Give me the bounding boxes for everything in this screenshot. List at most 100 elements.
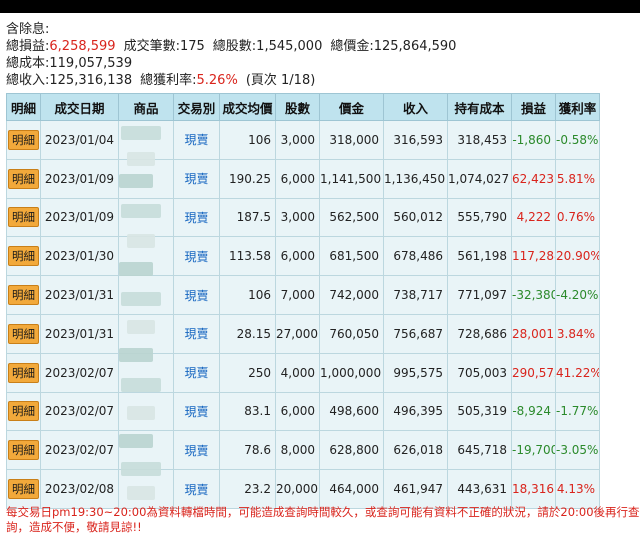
detail-button[interactable]: 明細 bbox=[8, 246, 39, 267]
holding-cost: 705,003 bbox=[447, 352, 512, 393]
profit-rate: 5.81% bbox=[555, 158, 600, 199]
trade-value: 1,000,000 bbox=[319, 352, 384, 393]
detail-cell: 明細 bbox=[6, 469, 41, 509]
detail-button[interactable]: 明細 bbox=[8, 168, 39, 189]
trade-date: 2023/02/07 bbox=[40, 430, 119, 471]
trade-type: 現賣 bbox=[173, 313, 220, 354]
header-income: 收入 bbox=[383, 93, 448, 121]
avg-price: 190.25 bbox=[219, 158, 276, 199]
trade-value: 498,600 bbox=[319, 391, 384, 432]
trade-type: 現賣 bbox=[173, 352, 220, 393]
table-row: 明細 2023/01/31 現賣 28.15 27,000 760,050 756,687 7… bbox=[6, 313, 600, 354]
detail-cell: 明細 bbox=[6, 275, 41, 315]
profit-rate: -1.77% bbox=[555, 391, 600, 432]
detail-button[interactable]: 明細 bbox=[8, 440, 39, 461]
trade-income: 496,395 bbox=[383, 391, 448, 432]
trade-date: 2023/01/30 bbox=[40, 236, 119, 277]
total-pnl-label: 總損益: bbox=[6, 39, 50, 54]
trade-date: 2023/02/07 bbox=[40, 391, 119, 432]
share-count: 20,000 bbox=[275, 469, 320, 509]
detail-button[interactable]: 明細 bbox=[8, 479, 39, 500]
profit-loss: -8,924 bbox=[511, 391, 556, 432]
profit-loss: 28,001 bbox=[511, 313, 556, 354]
profit-loss: 290,572 bbox=[511, 352, 556, 393]
trade-value: 628,800 bbox=[319, 430, 384, 471]
profit-rate: 4.13% bbox=[555, 469, 600, 509]
trade-income: 461,947 bbox=[383, 469, 448, 509]
trade-type: 現賣 bbox=[173, 469, 220, 509]
summary-line-2: 總成本:119,057,539 bbox=[6, 55, 456, 72]
summary-panel: 含除息: 總損益:6,258,599 成交筆數:175 總股數:1,545,000 總… bbox=[6, 21, 456, 89]
holding-cost: 771,097 bbox=[447, 275, 512, 315]
table-row: 明細 2023/02/07 現賣 78.6 8,000 628,800 626,018 645… bbox=[6, 430, 600, 471]
trade-type: 現賣 bbox=[173, 391, 220, 432]
trade-income: 738,717 bbox=[383, 275, 448, 315]
header-rate: 獲利率 bbox=[555, 93, 600, 121]
share-count: 27,000 bbox=[275, 313, 320, 354]
avg-price: 28.15 bbox=[219, 313, 276, 354]
trade-type: 現賣 bbox=[173, 430, 220, 471]
share-count: 6,000 bbox=[275, 158, 320, 199]
profit-loss: -19,700 bbox=[511, 430, 556, 471]
trade-type: 現賣 bbox=[173, 197, 220, 238]
detail-cell: 明細 bbox=[6, 120, 41, 160]
share-count: 6,000 bbox=[275, 391, 320, 432]
total-shares-value: 1,545,000 bbox=[256, 39, 323, 54]
summary-title: 含除息: bbox=[6, 22, 50, 37]
trade-value: 742,000 bbox=[319, 275, 384, 315]
detail-cell: 明細 bbox=[6, 158, 41, 199]
avg-price: 106 bbox=[219, 120, 276, 160]
holding-cost: 505,319 bbox=[447, 391, 512, 432]
page-info: (頁次 1/18) bbox=[245, 73, 316, 88]
share-count: 8,000 bbox=[275, 430, 320, 471]
detail-cell: 明細 bbox=[6, 352, 41, 393]
profit-rate: 3.84% bbox=[555, 313, 600, 354]
detail-cell: 明細 bbox=[6, 197, 41, 238]
total-shares-label: 總股數: bbox=[212, 39, 257, 54]
total-value-value: 125,864,590 bbox=[373, 39, 457, 54]
detail-button[interactable]: 明細 bbox=[8, 129, 39, 150]
total-cost-value: 119,057,539 bbox=[49, 56, 133, 71]
profit-rate: 41.22% bbox=[555, 352, 600, 393]
detail-cell: 明細 bbox=[6, 313, 41, 354]
trade-income: 995,575 bbox=[383, 352, 448, 393]
profit-rate: 20.90% bbox=[555, 236, 600, 277]
holding-cost: 443,631 bbox=[447, 469, 512, 509]
holding-cost: 555,790 bbox=[447, 197, 512, 238]
table-row: 明細 2023/02/07 現賣 250 4,000 1,000,000 995,575 70… bbox=[6, 352, 600, 393]
trade-type: 現賣 bbox=[173, 275, 220, 315]
total-value-label: 總價金: bbox=[330, 39, 374, 54]
trade-date: 2023/02/08 bbox=[40, 469, 119, 509]
trade-income: 316,593 bbox=[383, 120, 448, 160]
total-rate-value: 5.26% bbox=[196, 73, 238, 88]
detail-cell: 明細 bbox=[6, 391, 41, 432]
trade-date: 2023/01/31 bbox=[40, 313, 119, 354]
detail-button[interactable]: 明細 bbox=[8, 285, 39, 306]
table-row: 明細 2023/02/07 現賣 83.1 6,000 498,600 496,395 505… bbox=[6, 391, 600, 432]
table-row: 明細 2023/02/08 現賣 23.2 20,000 464,000 461,947 44… bbox=[6, 469, 600, 509]
table-header-row: 明細 成交日期 商品 交易別 成交均價 股數 價金 收入 持有成本 損益 獲利率 bbox=[6, 93, 600, 121]
holding-cost: 728,686 bbox=[447, 313, 512, 354]
trade-type: 現賣 bbox=[173, 236, 220, 277]
profit-rate: -3.05% bbox=[555, 430, 600, 471]
profit-loss: 62,423 bbox=[511, 158, 556, 199]
summary-line-1: 總損益:6,258,599 成交筆數:175 總股數:1,545,000 總價金:12… bbox=[6, 38, 456, 55]
detail-button[interactable]: 明細 bbox=[8, 362, 39, 383]
table-row: 明細 2023/01/09 現賣 190.25 6,000 1,141,500 1,136,… bbox=[6, 158, 600, 199]
trade-value: 464,000 bbox=[319, 469, 384, 509]
profit-loss: 18,316 bbox=[511, 469, 556, 509]
header-detail: 明細 bbox=[6, 93, 41, 121]
trade-date: 2023/01/09 bbox=[40, 197, 119, 238]
detail-button[interactable]: 明細 bbox=[8, 323, 39, 344]
detail-button[interactable]: 明細 bbox=[8, 207, 39, 228]
detail-button[interactable]: 明細 bbox=[8, 401, 39, 422]
trade-date: 2023/01/04 bbox=[40, 120, 119, 160]
header-shares: 股數 bbox=[275, 93, 320, 121]
trade-value: 318,000 bbox=[319, 120, 384, 160]
trade-date: 2023/02/07 bbox=[40, 352, 119, 393]
trade-income: 756,687 bbox=[383, 313, 448, 354]
status-bar bbox=[0, 0, 640, 13]
trade-date: 2023/01/31 bbox=[40, 275, 119, 315]
trade-value: 1,141,500 bbox=[319, 158, 384, 199]
trade-table: 明細 成交日期 商品 交易別 成交均價 股數 價金 收入 持有成本 損益 獲利率… bbox=[6, 93, 600, 509]
